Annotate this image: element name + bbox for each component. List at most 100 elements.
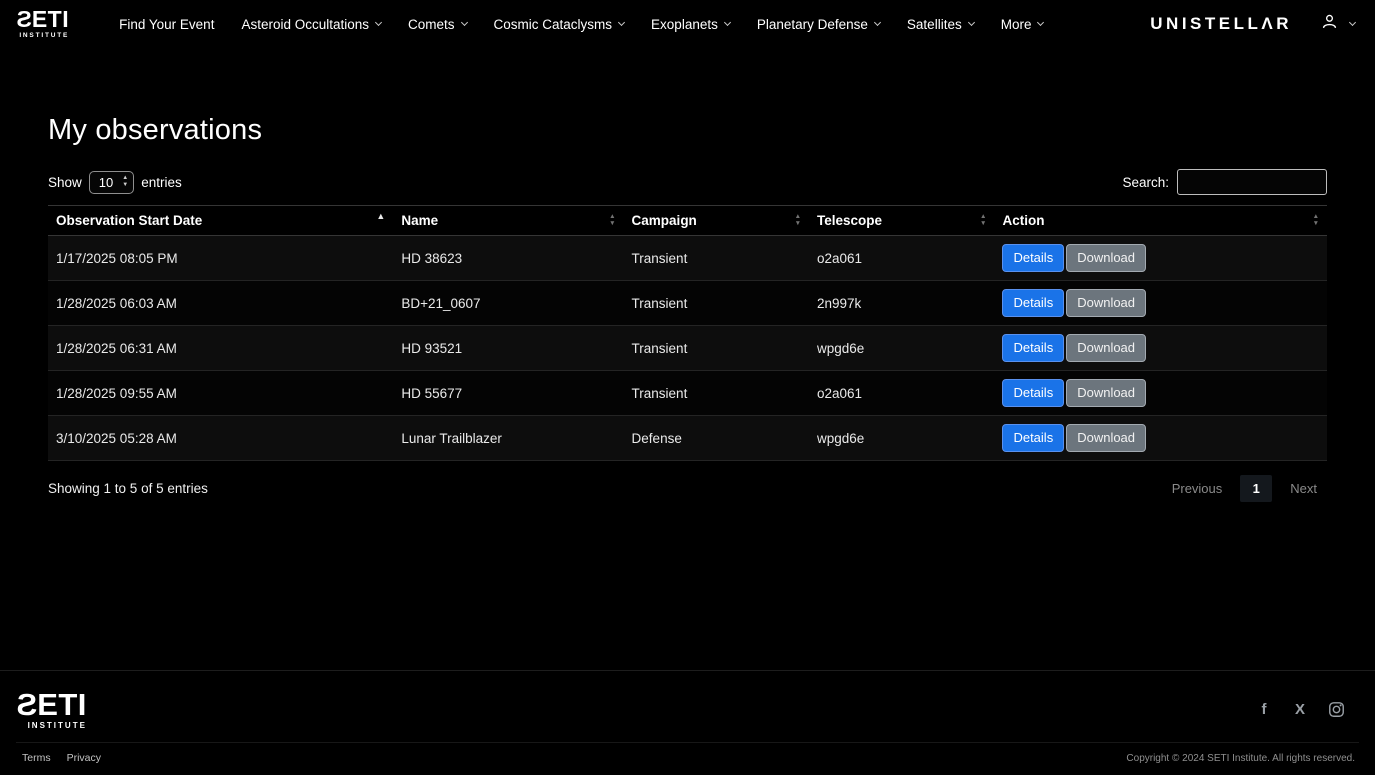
- column-header-observation-start-date[interactable]: Observation Start Date ▲: [48, 206, 393, 236]
- table-row: 3/10/2025 05:28 AMLunar TrailblazerDefen…: [48, 416, 1327, 461]
- cell-action: DetailsDownload: [994, 236, 1327, 281]
- cell-name: BD+21_0607: [393, 281, 623, 326]
- nav-item-exoplanets[interactable]: Exoplanets: [651, 17, 730, 32]
- column-header-telescope[interactable]: Telescope ▲▼: [809, 206, 994, 236]
- seti-logo-subtitle: INSTITUTE: [28, 722, 87, 730]
- download-button[interactable]: Download: [1066, 244, 1146, 273]
- search-label: Search:: [1122, 175, 1169, 190]
- cell-telescope: o2a061: [809, 236, 994, 281]
- chevron-down-icon: [874, 19, 881, 26]
- sort-icon: ▲▼: [980, 214, 986, 228]
- social-icons: fX: [1255, 701, 1345, 719]
- pagination-previous[interactable]: Previous: [1162, 475, 1233, 502]
- nav-item-label: Satellites: [907, 17, 962, 32]
- footer-top: SETI INSTITUTE fX: [16, 685, 1359, 742]
- column-header-campaign[interactable]: Campaign▲▼: [624, 206, 809, 236]
- footer-seti-logo[interactable]: SETI INSTITUTE: [16, 689, 87, 730]
- seti-logo[interactable]: SETI INSTITUTE: [16, 8, 69, 40]
- cell-name: HD 38623: [393, 236, 623, 281]
- download-button[interactable]: Download: [1066, 289, 1146, 318]
- page-title: My observations: [48, 114, 1327, 147]
- show-label: Show: [48, 175, 82, 190]
- cell-action: DetailsDownload: [994, 371, 1327, 416]
- cell-campaign: Transient: [624, 371, 809, 416]
- column-label: Action: [1002, 213, 1044, 228]
- cell-date: 1/28/2025 09:55 AM: [48, 371, 393, 416]
- select-arrows-icon: ▲▼: [122, 175, 128, 188]
- footer-links: Terms Privacy: [22, 752, 101, 764]
- observations-table-body: 1/17/2025 08:05 PMHD 38623Transiento2a06…: [48, 236, 1327, 461]
- seti-logo-subtitle: INSTITUTE: [19, 33, 69, 40]
- download-button[interactable]: Download: [1066, 379, 1146, 408]
- column-label: Observation Start Date: [56, 213, 202, 228]
- cell-action: DetailsDownload: [994, 326, 1327, 371]
- column-header-name[interactable]: Name▲▼: [393, 206, 623, 236]
- copyright-text: Copyright © 2024 SETI Institute. All rig…: [1126, 753, 1355, 764]
- nav-item-label: More: [1001, 17, 1032, 32]
- nav-item-label: Comets: [408, 17, 455, 32]
- table-header-row: Observation Start Date▲Name▲▼Campaign▲▼T…: [48, 206, 1327, 236]
- unistellar-logo[interactable]: UNISTELLΛR: [1150, 14, 1292, 34]
- cell-telescope: o2a061: [809, 371, 994, 416]
- cell-campaign: Defense: [624, 416, 809, 461]
- cell-date: 1/17/2025 08:05 PM: [48, 236, 393, 281]
- instagram-icon[interactable]: [1327, 701, 1345, 719]
- footer-link-terms[interactable]: Terms: [22, 752, 51, 764]
- nav-items: Find Your Event Asteroid Occultations Come…: [119, 17, 1043, 32]
- chevron-down-icon: [968, 19, 975, 26]
- nav-item-planetary-defense[interactable]: Planetary Defense: [757, 17, 880, 32]
- nav-item-asteroid-occultations[interactable]: Asteroid Occultations: [241, 17, 381, 32]
- x-icon[interactable]: X: [1291, 701, 1309, 719]
- chevron-down-icon: [375, 19, 382, 26]
- top-navigation: SETI INSTITUTE Find Your Event Asteroid O…: [0, 0, 1375, 48]
- user-menu[interactable]: [1320, 12, 1355, 36]
- pagination-page-1[interactable]: 1: [1240, 475, 1272, 502]
- entries-label: entries: [141, 175, 182, 190]
- details-button[interactable]: Details: [1002, 424, 1064, 453]
- main-content: My observations Show 10 ▲▼ entries Searc…: [0, 48, 1375, 670]
- pagination: Previous 1 Next: [1162, 475, 1327, 502]
- sort-icon: ▲▼: [1313, 214, 1319, 228]
- cell-campaign: Transient: [624, 326, 809, 371]
- cell-action: DetailsDownload: [994, 416, 1327, 461]
- footer-link-privacy[interactable]: Privacy: [67, 752, 101, 764]
- table-row: 1/28/2025 09:55 AMHD 55677Transiento2a06…: [48, 371, 1327, 416]
- table-row: 1/28/2025 06:03 AMBD+21_0607Transient2n9…: [48, 281, 1327, 326]
- cell-campaign: Transient: [624, 281, 809, 326]
- pagination-next[interactable]: Next: [1280, 475, 1327, 502]
- observations-table: Observation Start Date▲Name▲▼Campaign▲▼T…: [48, 205, 1327, 461]
- sort-icon: ▲▼: [609, 214, 615, 228]
- nav-item-cosmic-cataclysms[interactable]: Cosmic Cataclysms: [494, 17, 625, 32]
- details-button[interactable]: Details: [1002, 289, 1064, 318]
- nav-item-satellites[interactable]: Satellites: [907, 17, 974, 32]
- cell-telescope: wpgd6e: [809, 416, 994, 461]
- details-button[interactable]: Details: [1002, 379, 1064, 408]
- chevron-down-icon: [1037, 19, 1044, 26]
- nav-item-comets[interactable]: Comets: [408, 17, 467, 32]
- nav-item-more[interactable]: More: [1001, 17, 1044, 32]
- download-button[interactable]: Download: [1066, 334, 1146, 363]
- search-input[interactable]: [1177, 169, 1327, 195]
- footer-bottom: Terms Privacy Copyright © 2024 SETI Insti…: [16, 742, 1359, 775]
- sort-icon: ▲▼: [795, 214, 801, 228]
- table-row: 1/28/2025 06:31 AMHD 93521Transientwpgd6…: [48, 326, 1327, 371]
- page-length-select[interactable]: 10 ▲▼: [89, 171, 134, 194]
- cell-telescope: wpgd6e: [809, 326, 994, 371]
- nav-item-label: Exoplanets: [651, 17, 718, 32]
- seti-logo-word: SETI: [16, 689, 87, 720]
- facebook-icon[interactable]: f: [1255, 701, 1273, 719]
- nav-item-label: Find Your Event: [119, 17, 214, 32]
- download-button[interactable]: Download: [1066, 424, 1146, 453]
- cell-campaign: Transient: [624, 236, 809, 281]
- column-header-action[interactable]: Action ▲▼: [994, 206, 1327, 236]
- chevron-down-icon: [618, 19, 625, 26]
- chevron-down-icon: [1349, 19, 1356, 26]
- sort-ascending-icon: ▲: [376, 211, 385, 221]
- user-icon: [1320, 12, 1339, 36]
- nav-item-find-your-event[interactable]: Find Your Event: [119, 17, 214, 32]
- nav-item-label: Cosmic Cataclysms: [494, 17, 613, 32]
- details-button[interactable]: Details: [1002, 244, 1064, 273]
- details-button[interactable]: Details: [1002, 334, 1064, 363]
- column-label: Telescope: [817, 213, 882, 228]
- cell-date: 1/28/2025 06:31 AM: [48, 326, 393, 371]
